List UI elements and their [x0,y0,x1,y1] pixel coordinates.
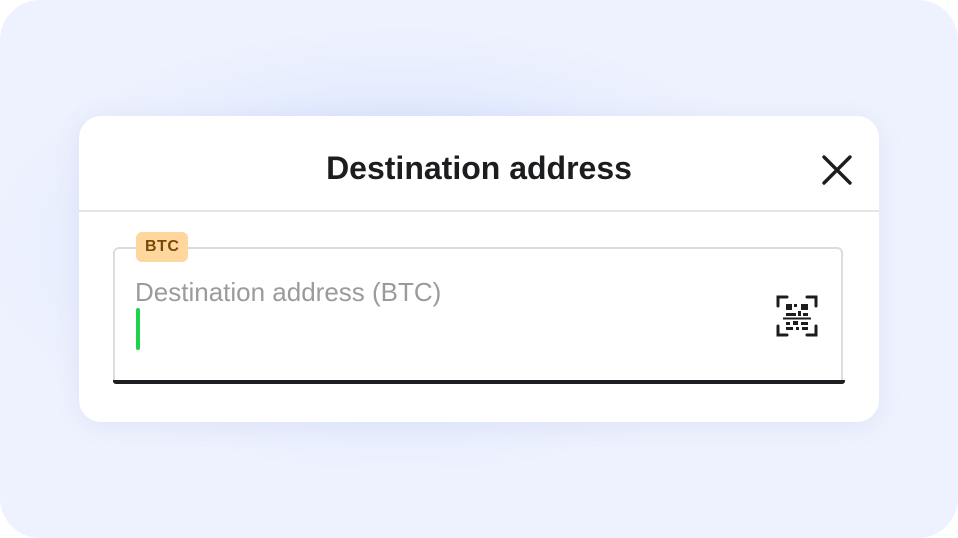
destination-address-input[interactable] [135,274,735,310]
scan-qr-button[interactable] [775,294,819,338]
modal-header: Destination address [79,116,879,212]
modal-title: Destination address [326,150,632,186]
background: Destination address BTC [0,0,958,538]
destination-address-field[interactable] [113,247,843,383]
close-icon [822,155,852,185]
close-button[interactable] [819,152,855,188]
text-caret [136,308,140,350]
qr-scan-icon [776,295,818,337]
field-underline [113,380,845,384]
currency-badge: BTC [136,232,189,262]
destination-address-modal: Destination address BTC [79,116,879,422]
